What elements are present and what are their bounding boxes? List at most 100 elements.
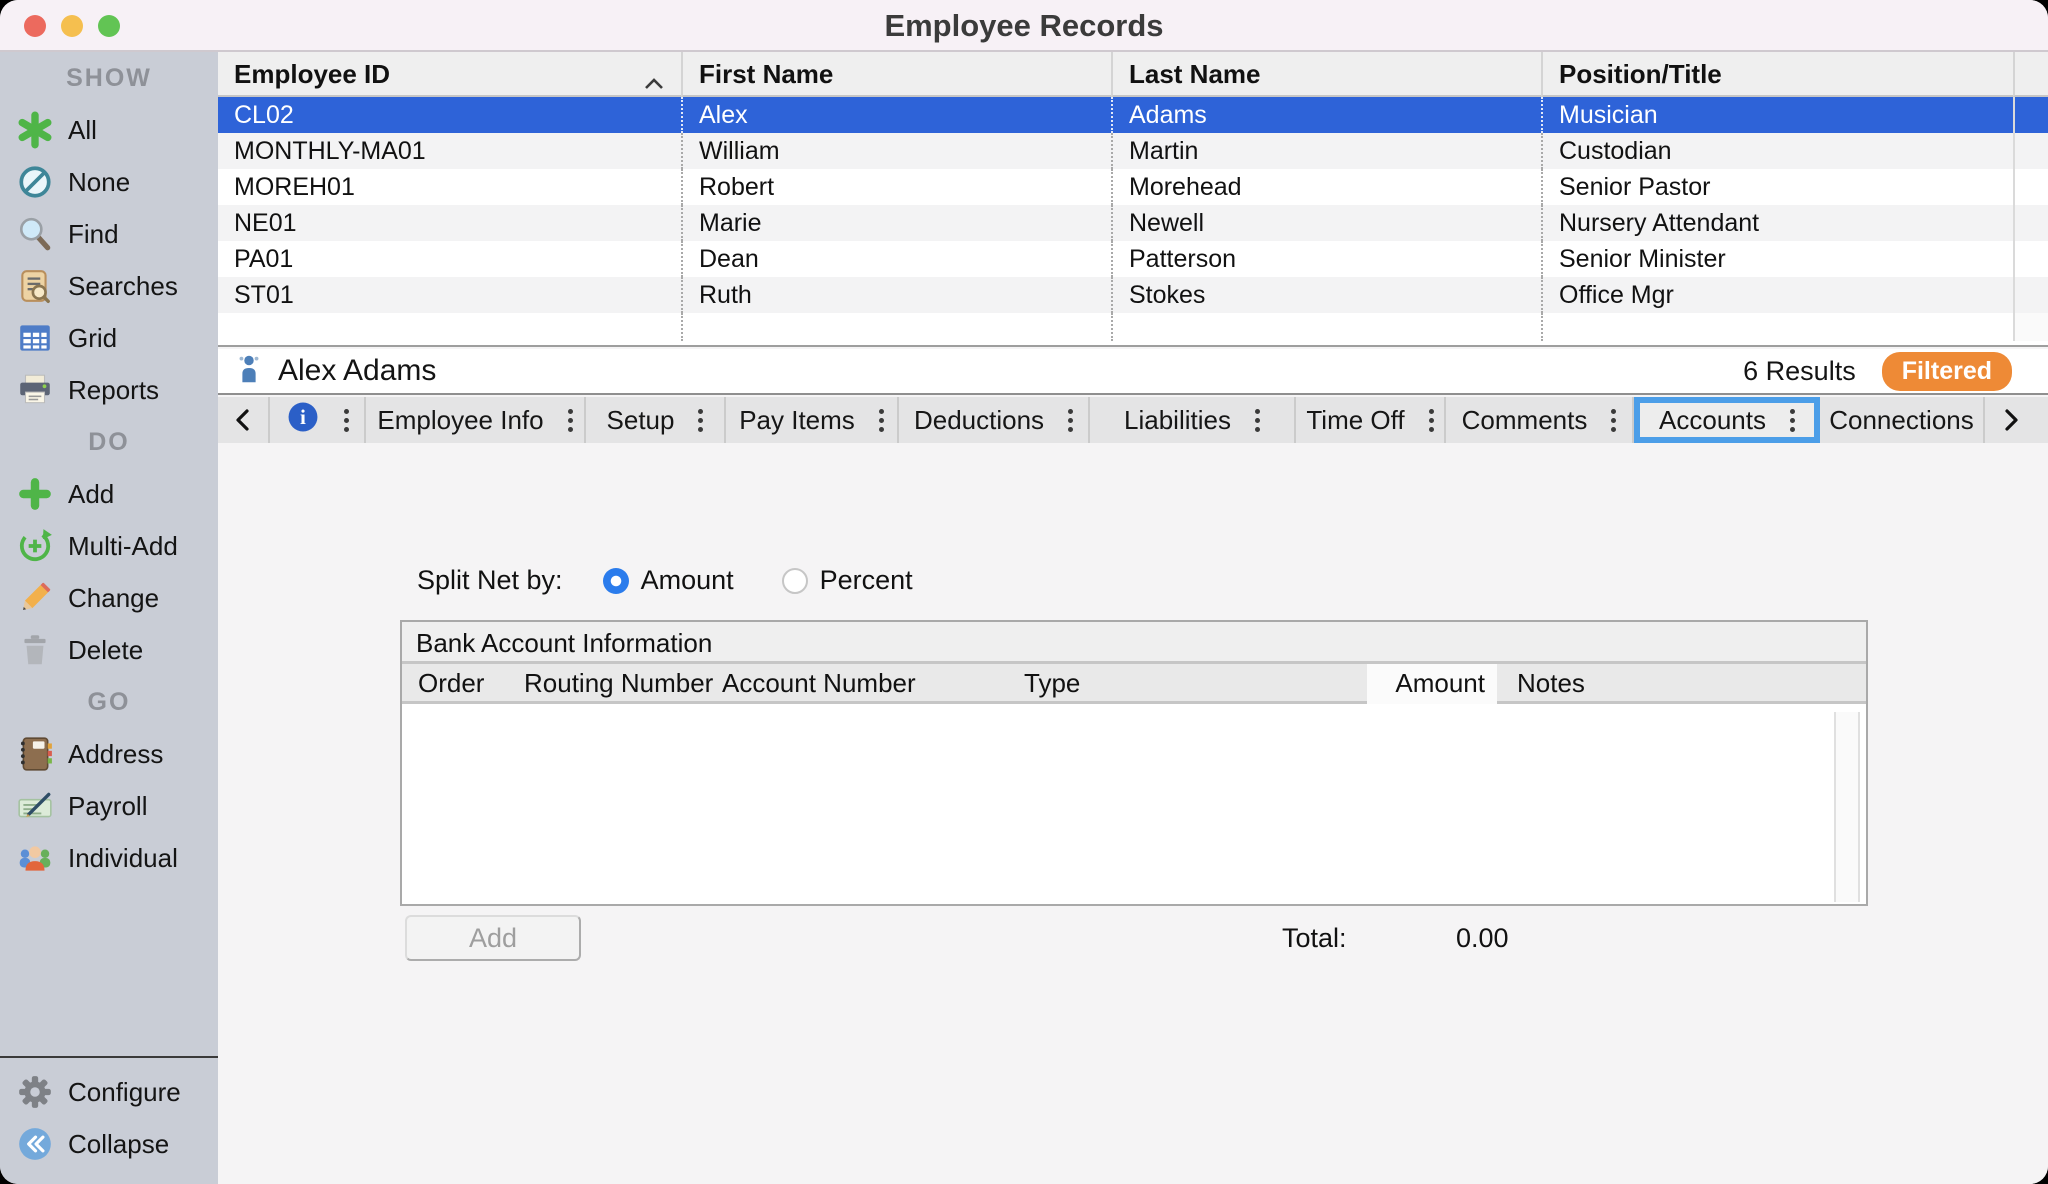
sidebar-item-address[interactable]: Address [0,728,218,780]
radio-amount[interactable] [603,568,629,594]
add-bank-account-button[interactable]: Add [405,915,581,961]
sidebar-item-multi-add[interactable]: Multi-Add [0,520,218,572]
cell-employee-id[interactable]: PA01 [218,241,681,277]
cell-first-name[interactable]: Alex [681,97,1111,133]
tab-menu-icon[interactable] [1790,418,1795,423]
cell-first-name[interactable]: William [681,133,1111,169]
column-header-employee-id[interactable]: Employee ID [218,52,681,97]
sidebar-item-individual[interactable]: Individual [0,832,218,884]
tab-menu-icon[interactable] [1611,418,1616,423]
cell-position[interactable]: Musician [1541,97,2013,133]
cell-position[interactable]: Office Mgr [1541,277,2013,313]
cell-employee-id[interactable]: ST01 [218,277,681,313]
tab-accounts[interactable]: Accounts [1634,397,1820,443]
check-pen-icon [16,787,54,825]
radio-percent-label[interactable]: Percent [820,565,913,596]
tabs-scroll-left-button[interactable] [218,397,270,443]
table-scrollbar-track[interactable] [2013,241,2048,277]
cell-position[interactable]: Senior Minister [1541,241,2013,277]
cell-last-name[interactable]: Newell [1111,205,1541,241]
sidebar-item-none[interactable]: None [0,156,218,208]
cell-last-name[interactable]: Martin [1111,133,1541,169]
tab-employee-info[interactable]: Employee Info [366,397,586,443]
radio-percent[interactable] [782,568,808,594]
tab-menu-icon[interactable] [568,418,573,423]
table-row[interactable]: MONTHLY-MA01 William Martin Custodian [218,133,2048,169]
cell-first-name[interactable]: Robert [681,169,1111,205]
sidebar-item-all[interactable]: All [0,104,218,156]
column-header-account-number[interactable]: Account Number [722,664,916,704]
cell-last-name[interactable]: Patterson [1111,241,1541,277]
sidebar-item-grid[interactable]: Grid [0,312,218,364]
column-header-first-name[interactable]: First Name [681,52,1111,97]
info-icon: i [286,400,320,441]
column-header-position-title[interactable]: Position/Title [1541,52,2013,97]
cell-employee-id[interactable]: MOREH01 [218,169,681,205]
sidebar-item-reports[interactable]: Reports [0,364,218,416]
table-scrollbar-track[interactable] [2013,97,2048,133]
bank-account-table-body [402,710,1866,904]
sidebar-item-configure[interactable]: Configure [0,1066,218,1118]
column-header-type[interactable]: Type [1024,664,1080,704]
table-scrollbar-track[interactable] [2013,205,2048,241]
sidebar-item-payroll[interactable]: Payroll [0,780,218,832]
cell-position[interactable]: Senior Pastor [1541,169,2013,205]
cell-last-name[interactable]: Morehead [1111,169,1541,205]
table-row[interactable]: PA01 Dean Patterson Senior Minister [218,241,2048,277]
sidebar-item-searches[interactable]: Searches [0,260,218,312]
cell-first-name[interactable]: Dean [681,241,1111,277]
bank-account-table-header: Order Routing Number Account Number Type… [402,664,1866,704]
cell-first-name[interactable]: Marie [681,205,1111,241]
sidebar-item-change[interactable]: Change [0,572,218,624]
sidebar-item-delete[interactable]: Delete [0,624,218,676]
column-header-notes[interactable]: Notes [1517,664,1585,704]
cell-last-name[interactable]: Stokes [1111,277,1541,313]
sidebar-item-add[interactable]: Add [0,468,218,520]
table-row[interactable]: MOREH01 Robert Morehead Senior Pastor [218,169,2048,205]
tab-menu-icon[interactable] [1429,418,1434,423]
cell-employee-id[interactable]: MONTHLY-MA01 [218,133,681,169]
tab-menu-icon[interactable] [879,418,884,423]
sidebar-item-find[interactable]: Find [0,208,218,260]
tab-setup[interactable]: Setup [586,397,726,443]
bank-table-scrollbar-track[interactable] [1834,712,1860,902]
cell-employee-id[interactable]: NE01 [218,205,681,241]
tab-connections[interactable]: Connections [1820,397,1985,443]
table-scrollbar-track[interactable] [2013,133,2048,169]
table-row[interactable]: CL02 Alex Adams Musician [218,97,2048,133]
cell-position[interactable]: Custodian [1541,133,2013,169]
column-header-routing-number[interactable]: Routing Number [524,664,713,704]
table-row[interactable]: NE01 Marie Newell Nursery Attendant [218,205,2048,241]
cell-position[interactable]: Nursery Attendant [1541,205,2013,241]
filtered-badge[interactable]: Filtered [1882,352,2012,391]
column-header-last-name[interactable]: Last Name [1111,52,1541,97]
tab-deductions[interactable]: Deductions [899,397,1090,443]
split-net-row: Split Net by: Amount Percent [417,565,961,596]
tab-menu-icon[interactable] [698,418,703,423]
tab-bar: i Employee Info Setup Pay Items Deductio… [218,397,2048,443]
tab-comments[interactable]: Comments [1446,397,1634,443]
tab-menu-icon[interactable] [1255,418,1260,423]
tab-time-off[interactable]: Time Off [1296,397,1446,443]
svg-text:i: i [300,404,306,428]
cell-employee-id[interactable]: CL02 [218,97,681,133]
collapse-icon [16,1125,54,1163]
cell-last-name[interactable]: Adams [1111,97,1541,133]
tab-record-info[interactable]: i [270,397,366,443]
table-scrollbar-track[interactable] [2013,169,2048,205]
table-scrollbar-track[interactable] [2013,277,2048,313]
tab-pay-items[interactable]: Pay Items [726,397,899,443]
tab-menu-icon[interactable] [1068,418,1073,423]
magnifier-icon [16,215,54,253]
tab-liabilities[interactable]: Liabilities [1090,397,1296,443]
current-record: Alex Adams [232,352,436,391]
table-empty-row [218,313,2048,341]
radio-amount-label[interactable]: Amount [641,565,734,596]
tabs-scroll-right-button[interactable] [1985,397,2037,443]
cell-first-name[interactable]: Ruth [681,277,1111,313]
column-header-amount[interactable]: Amount [1367,664,1497,704]
tab-menu-icon[interactable] [344,418,349,423]
sidebar-item-collapse[interactable]: Collapse [0,1118,218,1170]
column-header-order[interactable]: Order [418,664,484,704]
table-row[interactable]: ST01 Ruth Stokes Office Mgr [218,277,2048,313]
